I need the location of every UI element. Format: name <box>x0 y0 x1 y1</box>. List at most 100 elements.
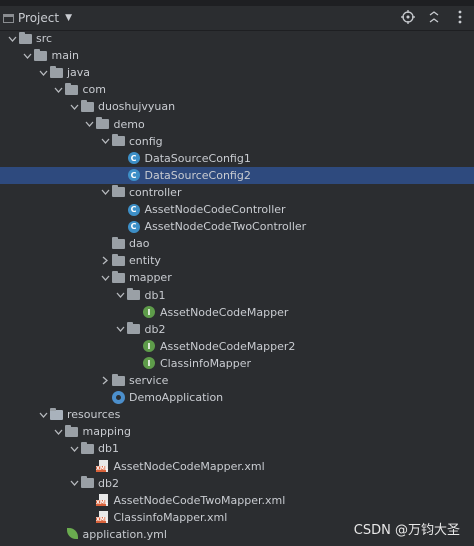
tree-item-label: dao <box>129 237 150 251</box>
folder-icon <box>49 65 63 80</box>
tree-item-label: AssetNodeCodeTwoController <box>144 220 307 234</box>
folder-icon <box>34 48 48 63</box>
tree-row[interactable]: C DataSourceConfig1 <box>0 150 474 167</box>
tree-item-label: ClassinfoMapper <box>160 356 252 370</box>
folder-icon <box>111 134 125 148</box>
chevron-down-icon[interactable] <box>99 275 111 281</box>
tree-item-label: AssetNodeCodeMapper2 <box>160 339 296 353</box>
tree-row[interactable]: entity <box>0 252 474 269</box>
tree-row[interactable]: db1 <box>0 287 474 304</box>
project-panel-header: Project ▼ <box>0 6 474 31</box>
chevron-down-icon[interactable] <box>68 480 80 487</box>
collapse-all-icon[interactable] <box>426 9 442 25</box>
tree-row[interactable]: C AssetNodeCodeTwoController <box>0 218 474 235</box>
tree-row[interactable]: I AssetNodeCodeMapper2 <box>0 338 474 355</box>
tree-row[interactable]: duoshujvyuan <box>0 98 474 115</box>
tree-row[interactable]: C AssetNodeCodeController <box>0 201 474 218</box>
tree-item-label: db1 <box>144 288 166 302</box>
tree-row[interactable]: XML AssetNodeCodeTwoMapper.xml <box>0 492 474 509</box>
tree-item-label: db1 <box>98 442 119 456</box>
tree-row[interactable]: demo <box>0 116 474 133</box>
folder-icon <box>80 476 94 490</box>
tree-item-label: java <box>67 66 91 80</box>
tree-row[interactable]: dao <box>0 235 474 252</box>
class-icon: C <box>127 168 141 182</box>
chevron-right-icon[interactable] <box>99 256 111 265</box>
tree-item-label: AssetNodeCodeMapper <box>160 305 289 319</box>
tree-row[interactable]: java <box>0 64 474 81</box>
spring-boot-icon <box>111 391 125 405</box>
tree-item-label: mapping <box>82 425 131 439</box>
chevron-down-icon[interactable]: ▼ <box>65 13 72 23</box>
tree-row[interactable]: db2 <box>0 475 474 492</box>
resources-folder-icon <box>49 407 63 422</box>
watermark: CSDN @万钧大圣 <box>353 523 460 538</box>
folder-icon <box>65 424 79 439</box>
class-icon: C <box>127 220 141 234</box>
chevron-down-icon[interactable] <box>53 87 65 93</box>
tree-row[interactable]: resources <box>0 406 474 423</box>
folder-icon <box>127 288 141 302</box>
tree-row[interactable]: db1 <box>0 440 474 457</box>
chevron-down-icon[interactable] <box>99 189 111 196</box>
xml-file-icon: XML <box>96 493 110 507</box>
chevron-down-icon[interactable] <box>99 138 111 145</box>
tree-item-label: DemoApplication <box>129 391 224 405</box>
xml-file-icon: XML <box>96 459 110 473</box>
folder-icon <box>65 82 79 97</box>
chevron-down-icon[interactable] <box>115 292 127 298</box>
class-icon: C <box>127 151 141 165</box>
tree-row[interactable]: db2 <box>0 321 474 338</box>
chevron-right-icon[interactable] <box>99 376 111 385</box>
tree-item-label: db2 <box>98 476 119 490</box>
more-options-icon[interactable] <box>452 9 468 25</box>
panel-title[interactable]: Project <box>18 11 59 25</box>
tree-item-label: DataSourceConfig1 <box>144 151 251 165</box>
chevron-down-icon[interactable] <box>6 36 18 42</box>
tree-row[interactable]: main <box>0 47 474 64</box>
chevron-down-icon[interactable] <box>53 429 65 435</box>
tree-row[interactable]: com <box>0 81 474 98</box>
tree-row[interactable]: C DataSourceConfig2 <box>0 166 474 184</box>
tree-row[interactable]: mapper <box>0 269 474 286</box>
chevron-down-icon[interactable] <box>68 104 80 110</box>
chevron-down-icon[interactable] <box>37 412 49 418</box>
tree-item-label: main <box>51 49 79 63</box>
tree-item-label: db2 <box>144 322 166 336</box>
tree-row[interactable]: I ClassinfoMapper <box>0 355 474 372</box>
xml-file-icon: XML <box>96 510 110 524</box>
tree-row[interactable]: src <box>0 30 474 47</box>
tree-item-label: src <box>36 32 53 45</box>
chevron-down-icon[interactable] <box>115 326 127 333</box>
tree-item-label: mapper <box>129 271 172 285</box>
folder-icon <box>96 117 110 131</box>
interface-icon: I <box>142 356 156 370</box>
tree-row[interactable]: service <box>0 372 474 389</box>
chevron-down-icon[interactable] <box>37 70 49 76</box>
tree-row[interactable]: config <box>0 133 474 150</box>
header-toolbar <box>400 9 468 25</box>
tree-item-label: resources <box>67 408 121 422</box>
tree-item-label: AssetNodeCodeController <box>144 203 286 216</box>
folder-icon <box>80 99 94 114</box>
tree-row[interactable]: I AssetNodeCodeMapper <box>0 304 474 321</box>
tree-row[interactable]: XML AssetNodeCodeMapper.xml <box>0 458 474 475</box>
folder-icon <box>111 236 125 251</box>
yaml-leaf-icon <box>65 527 79 541</box>
tree-item-label: service <box>129 374 169 387</box>
class-icon: C <box>127 203 141 217</box>
tree-item-label: entity <box>129 254 161 268</box>
interface-icon: I <box>142 339 156 353</box>
locate-file-icon[interactable] <box>400 9 416 25</box>
folder-icon <box>127 322 141 336</box>
chevron-down-icon[interactable] <box>22 53 34 59</box>
chevron-down-icon[interactable] <box>68 446 80 452</box>
folder-icon <box>111 373 125 388</box>
tree-item-label: ClassinfoMapper.xml <box>113 510 228 524</box>
tree-item-label: duoshujvyuan <box>98 100 176 114</box>
tree-item-label: demo <box>113 117 145 131</box>
tree-row[interactable]: DemoApplication <box>0 389 474 406</box>
tree-row[interactable]: mapping <box>0 423 474 440</box>
chevron-down-icon[interactable] <box>84 121 96 127</box>
tree-row[interactable]: controller <box>0 184 474 201</box>
